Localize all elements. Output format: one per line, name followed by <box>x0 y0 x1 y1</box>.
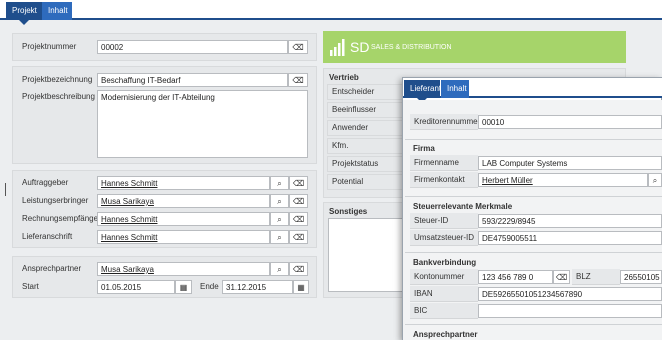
search-icon[interactable]: ⌕ <box>270 212 289 226</box>
search-icon[interactable]: ⌕ <box>270 230 289 244</box>
lieferanschrift-input[interactable]: Hannes Schmitt <box>97 230 270 244</box>
leistungserbringer-input[interactable]: Musa Sarikaya <box>97 194 270 208</box>
label-iban: IBAN <box>410 286 478 302</box>
ansprechpartner-input[interactable]: Musa Sarikaya <box>97 262 270 276</box>
firma-title: Firma <box>413 144 435 153</box>
search-icon[interactable]: ⌕ <box>270 176 289 190</box>
splitter-handle[interactable] <box>5 183 6 196</box>
clear-icon[interactable]: ⌫ <box>289 262 308 276</box>
tab-active-indicator <box>19 20 29 25</box>
start-date-input[interactable]: 01.05.2015 <box>97 280 175 294</box>
clear-icon[interactable]: ⌫ <box>289 194 308 208</box>
steuer-title: Steuerrelevante Merkmale <box>413 202 513 211</box>
tab-lieferant[interactable]: Lieferant <box>404 80 441 98</box>
projektnummer-input[interactable]: 00002 <box>97 40 288 54</box>
search-icon[interactable]: ⌕ <box>270 262 289 276</box>
vertrieb-row-potential: Potential <box>327 174 405 190</box>
clear-icon[interactable]: ⌫ <box>289 230 308 244</box>
label-auftraggeber: Auftraggeber <box>22 178 69 187</box>
blz-input[interactable]: 26550105 <box>620 270 662 284</box>
bic-input[interactable] <box>478 304 662 318</box>
label-bic: BIC <box>410 303 478 319</box>
label-projektnummer: Projektnummer <box>22 42 77 51</box>
clear-icon[interactable]: ⌫ <box>289 176 308 190</box>
vertrieb-row-entscheider: Entscheider <box>327 84 405 100</box>
sonstiges-textarea[interactable] <box>328 218 405 292</box>
umsatzsteuer-id-input[interactable]: DE4759005511 <box>478 231 662 245</box>
label-rechnungsempfaenger: Rechnungsempfänger <box>22 214 101 223</box>
tab-inhalt[interactable]: Inhalt <box>42 2 72 20</box>
label-projektbeschreibung: Projektbeschreibung <box>22 92 95 101</box>
label-firmenkontakt: Firmenkontakt <box>410 172 478 188</box>
label-lieferanschrift: Lieferanschrift <box>22 232 73 241</box>
label-firmenname: Firmenname <box>410 155 478 171</box>
calendar-icon[interactable]: ▦ <box>293 280 309 294</box>
label-projektbezeichnung: Projektbezeichnung <box>22 75 93 84</box>
auftraggeber-input[interactable]: Hannes Schmitt <box>97 176 270 190</box>
bank-title: Bankverbindung <box>413 258 477 267</box>
tab-projekt[interactable]: Projekt <box>6 2 42 20</box>
label-start: Start <box>22 282 39 291</box>
label-leistungserbringer: Leistungserbringer <box>22 196 89 205</box>
label-steuer-id: Steuer-ID <box>410 213 478 229</box>
divider <box>405 139 662 140</box>
vertrieb-row-beeinflusser: Beeinflusser <box>327 102 405 118</box>
iban-input[interactable]: DE59265501051234567890 <box>478 287 662 301</box>
banner-text: SALES & DISTRIBUTION <box>371 44 452 51</box>
divider <box>405 324 662 325</box>
banner-abbr: SD <box>350 39 370 55</box>
calendar-icon[interactable]: ▦ <box>175 280 192 294</box>
end-date-input[interactable]: 31.12.2015 <box>222 280 293 294</box>
label-kreditorennummer: Kreditorennummer <box>410 114 480 130</box>
main-tab-bar <box>0 0 662 20</box>
search-icon[interactable]: ⌕ <box>648 173 662 187</box>
label-ansprechpartner: Ansprechpartner <box>22 264 82 273</box>
firmenkontakt-input[interactable]: Herbert Müller <box>478 173 648 187</box>
label-blz: BLZ <box>572 269 620 285</box>
vertrieb-row-anwender: Anwender <box>327 120 405 136</box>
label-umsatzsteuer-id: Umsatzsteuer-ID <box>410 230 478 246</box>
projektbezeichnung-input[interactable]: Beschaffung IT-Bedarf <box>97 73 288 87</box>
tab-inhalt-overlay[interactable]: Inhalt <box>441 80 469 98</box>
steuer-id-input[interactable]: 593/2229/8945 <box>478 214 662 228</box>
ansprechpartner-section-title: Ansprechpartner <box>413 330 478 339</box>
vertrieb-row-kfm-ansprechpartner: Kfm. Ansprechpartner <box>327 138 405 164</box>
divider <box>405 196 662 197</box>
bar-chart-icon <box>330 39 345 56</box>
label-ende: Ende <box>200 282 219 291</box>
sonstiges-title: Sonstiges <box>329 207 368 216</box>
clear-icon[interactable]: ⌫ <box>289 212 308 226</box>
label-kontonummer: Kontonummer <box>410 269 478 285</box>
vertrieb-row-projektstatus: Projektstatus <box>327 156 405 172</box>
kontonummer-input[interactable]: 123 456 789 0 <box>478 270 553 284</box>
divider <box>405 252 662 253</box>
projektbeschreibung-textarea[interactable]: Modernisierung der IT-Abteilung <box>97 90 308 158</box>
search-icon[interactable]: ⌕ <box>270 194 289 208</box>
vertrieb-title: Vertrieb <box>329 73 359 82</box>
clear-icon[interactable]: ⌫ <box>288 40 308 54</box>
kreditorennummer-input[interactable]: 00010 <box>478 115 662 129</box>
clear-icon[interactable]: ⌫ <box>553 270 570 284</box>
firmenname-input[interactable]: LAB Computer Systems <box>478 156 662 170</box>
clear-icon[interactable]: ⌫ <box>288 73 308 87</box>
rechnungsempfaenger-input[interactable]: Hannes Schmitt <box>97 212 270 226</box>
